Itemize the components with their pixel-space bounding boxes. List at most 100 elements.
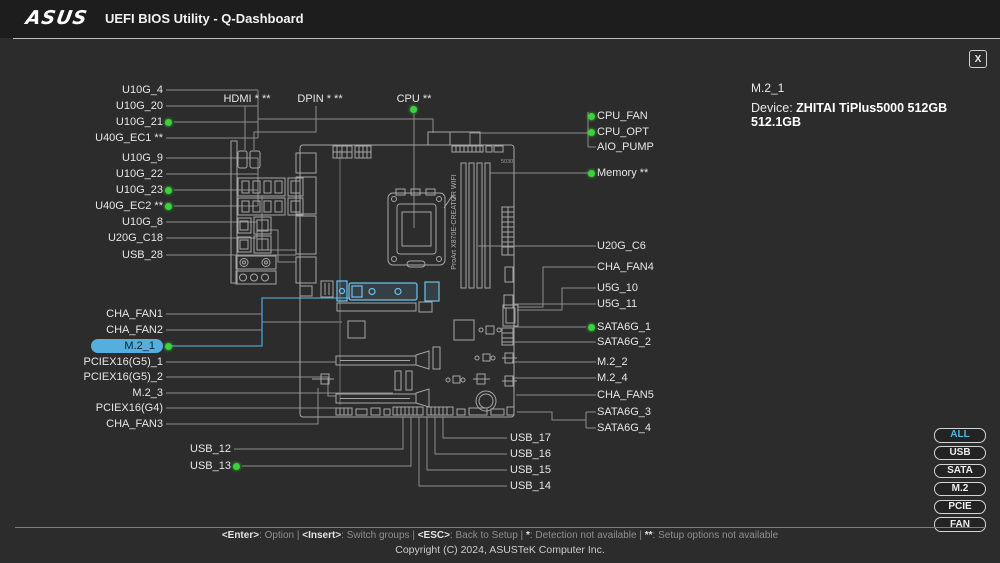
port-label-text: U10G_4 bbox=[122, 84, 163, 96]
port-label-M.2_3[interactable]: M.2_3 bbox=[132, 387, 172, 399]
port-label-text: CHA_FAN3 bbox=[106, 418, 163, 430]
status-dot bbox=[165, 343, 172, 350]
port-label-U10G_21[interactable]: U10G_21 bbox=[116, 116, 172, 128]
port-label-U40G_EC1[interactable]: U40G_EC1 ** bbox=[95, 132, 172, 144]
port-label-text: USB_12 bbox=[190, 443, 231, 455]
port-label-text: U5G_10 bbox=[597, 282, 638, 294]
filter-button-group: ALLUSBSATAM.2PCIEFAN bbox=[934, 428, 986, 532]
port-label-USB_14[interactable]: USB_14 bbox=[510, 480, 551, 492]
port-label-text: CHA_FAN4 bbox=[597, 261, 654, 273]
port-label-CPU[interactable]: CPU ** bbox=[397, 93, 432, 105]
key-hints: <Enter>: Option | <Insert>: Switch group… bbox=[0, 530, 1000, 541]
hint-key: <ESC> bbox=[418, 530, 450, 541]
port-label-SATA6G_3[interactable]: SATA6G_3 bbox=[588, 406, 651, 418]
port-label-AIO_PUMP[interactable]: AIO_PUMP bbox=[588, 141, 654, 153]
port-label-text: PCIEX16(G4) bbox=[96, 402, 163, 414]
port-label-DPIN[interactable]: DPIN * ** bbox=[297, 93, 342, 105]
port-label-text: CHA_FAN5 bbox=[597, 389, 654, 401]
port-label-text: U5G_11 bbox=[597, 298, 637, 310]
port-label-text: USB_28 bbox=[122, 249, 163, 261]
port-label-text: SATA6G_1 bbox=[597, 321, 651, 333]
port-label-Memory[interactable]: Memory ** bbox=[588, 167, 648, 179]
port-label-text: U10G_21 bbox=[116, 116, 163, 128]
port-label-USB_16[interactable]: USB_16 bbox=[510, 448, 551, 460]
port-label-U20G_C18[interactable]: U20G_C18 bbox=[108, 232, 172, 244]
status-dot bbox=[411, 106, 418, 113]
port-label-SATA6G_2[interactable]: SATA6G_2 bbox=[588, 336, 651, 348]
port-label-text: USB_16 bbox=[510, 448, 551, 460]
port-label-USB_28[interactable]: USB_28 bbox=[122, 249, 172, 261]
status-dot bbox=[165, 203, 172, 210]
port-label-text: HDMI * ** bbox=[223, 93, 270, 105]
port-label-text: Memory ** bbox=[597, 167, 648, 179]
port-label-text: CHA_FAN1 bbox=[106, 308, 163, 320]
status-dot bbox=[588, 324, 595, 331]
port-label-CHA_FAN3[interactable]: CHA_FAN3 bbox=[106, 418, 172, 430]
port-label-text: M.2_2 bbox=[597, 356, 628, 368]
port-label-USB_17[interactable]: USB_17 bbox=[510, 432, 551, 444]
port-label-text: SATA6G_3 bbox=[597, 406, 651, 418]
port-label-text: U40G_EC1 ** bbox=[95, 132, 163, 144]
port-label-CHA_FAN2[interactable]: CHA_FAN2 bbox=[106, 324, 172, 336]
port-label-U5G_10[interactable]: U5G_10 bbox=[588, 282, 638, 294]
port-label-text: M.2_4 bbox=[597, 372, 628, 384]
filter-button-usb[interactable]: USB bbox=[934, 446, 986, 461]
port-label-text: CPU_FAN bbox=[597, 110, 648, 122]
status-dot bbox=[588, 113, 595, 120]
port-label-USB_12[interactable]: USB_12 bbox=[190, 443, 240, 455]
port-label-text: U10G_23 bbox=[116, 184, 163, 196]
port-label-PCIEX16-G4[interactable]: PCIEX16(G4) bbox=[96, 402, 172, 414]
port-label-M.2_4[interactable]: M.2_4 bbox=[588, 372, 628, 384]
port-label-U5G_11[interactable]: U5G_11 bbox=[588, 298, 637, 310]
status-dot bbox=[233, 463, 240, 470]
port-label-USB_13[interactable]: USB_13 bbox=[190, 460, 240, 472]
filter-button-pcie[interactable]: PCIE bbox=[934, 500, 986, 515]
port-label-text: U10G_22 bbox=[116, 168, 163, 180]
port-label-U10G_4[interactable]: U10G_4 bbox=[122, 84, 172, 96]
port-label-U10G_22[interactable]: U10G_22 bbox=[116, 168, 172, 180]
port-label-U10G_20[interactable]: U10G_20 bbox=[116, 100, 172, 112]
port-label-U10G_23[interactable]: U10G_23 bbox=[116, 184, 172, 196]
port-label-CPU_OPT[interactable]: CPU_OPT bbox=[588, 126, 649, 138]
port-label-CHA_FAN1[interactable]: CHA_FAN1 bbox=[106, 308, 172, 320]
port-label-USB_15[interactable]: USB_15 bbox=[510, 464, 551, 476]
port-label-U40G_EC2[interactable]: U40G_EC2 ** bbox=[95, 200, 172, 212]
hint-key: <Enter> bbox=[222, 530, 259, 541]
filter-button-m-2[interactable]: M.2 bbox=[934, 482, 986, 497]
port-label-text: USB_17 bbox=[510, 432, 551, 444]
port-label-text: U20G_C6 bbox=[597, 240, 646, 252]
status-dot bbox=[165, 119, 172, 126]
port-label-text: M.2_3 bbox=[132, 387, 163, 399]
port-label-text: SATA6G_4 bbox=[597, 422, 651, 434]
port-label-text: AIO_PUMP bbox=[597, 141, 654, 153]
port-label-text: M.2_1 bbox=[91, 339, 163, 353]
port-label-HDMI[interactable]: HDMI * ** bbox=[223, 93, 270, 105]
status-dot bbox=[588, 170, 595, 177]
port-label-U20G_C6[interactable]: U20G_C6 bbox=[588, 240, 646, 252]
copyright-text: Copyright (C) 2024, ASUSTeK Computer Inc… bbox=[0, 544, 1000, 556]
port-label-U10G_9[interactable]: U10G_9 bbox=[122, 152, 172, 164]
filter-button-all[interactable]: ALL bbox=[934, 428, 986, 443]
port-label-M.2_2[interactable]: M.2_2 bbox=[588, 356, 628, 368]
port-label-SATA6G_4[interactable]: SATA6G_4 bbox=[588, 422, 651, 434]
port-label-SATA6G_1[interactable]: SATA6G_1 bbox=[588, 321, 651, 333]
port-label-CHA_FAN4[interactable]: CHA_FAN4 bbox=[588, 261, 654, 273]
footer-divider bbox=[15, 527, 985, 528]
port-label-text: U10G_8 bbox=[122, 216, 163, 228]
hint-key: <Insert> bbox=[302, 530, 341, 541]
q-dashboard-screen: ASUS UEFI BIOS Utility - Q-Dashboard X M… bbox=[0, 0, 1000, 563]
port-label-PCIEX16-G5-_2[interactable]: PCIEX16(G5)_2 bbox=[84, 371, 172, 383]
port-label-U10G_8[interactable]: U10G_8 bbox=[122, 216, 172, 228]
filter-button-sata[interactable]: SATA bbox=[934, 464, 986, 479]
status-dot bbox=[588, 129, 595, 136]
port-label-PCIEX16-G5-_1[interactable]: PCIEX16(G5)_1 bbox=[84, 356, 172, 368]
port-label-text: PCIEX16(G5)_2 bbox=[84, 371, 163, 383]
port-label-text: USB_15 bbox=[510, 464, 551, 476]
port-label-text: SATA6G_2 bbox=[597, 336, 651, 348]
port-label-CHA_FAN5[interactable]: CHA_FAN5 bbox=[588, 389, 654, 401]
status-dot bbox=[165, 187, 172, 194]
port-label-text: U10G_20 bbox=[116, 100, 163, 112]
port-label-M.2_1[interactable]: M.2_1 bbox=[91, 339, 172, 353]
port-label-text: U20G_C18 bbox=[108, 232, 163, 244]
port-label-CPU_FAN[interactable]: CPU_FAN bbox=[588, 110, 648, 122]
